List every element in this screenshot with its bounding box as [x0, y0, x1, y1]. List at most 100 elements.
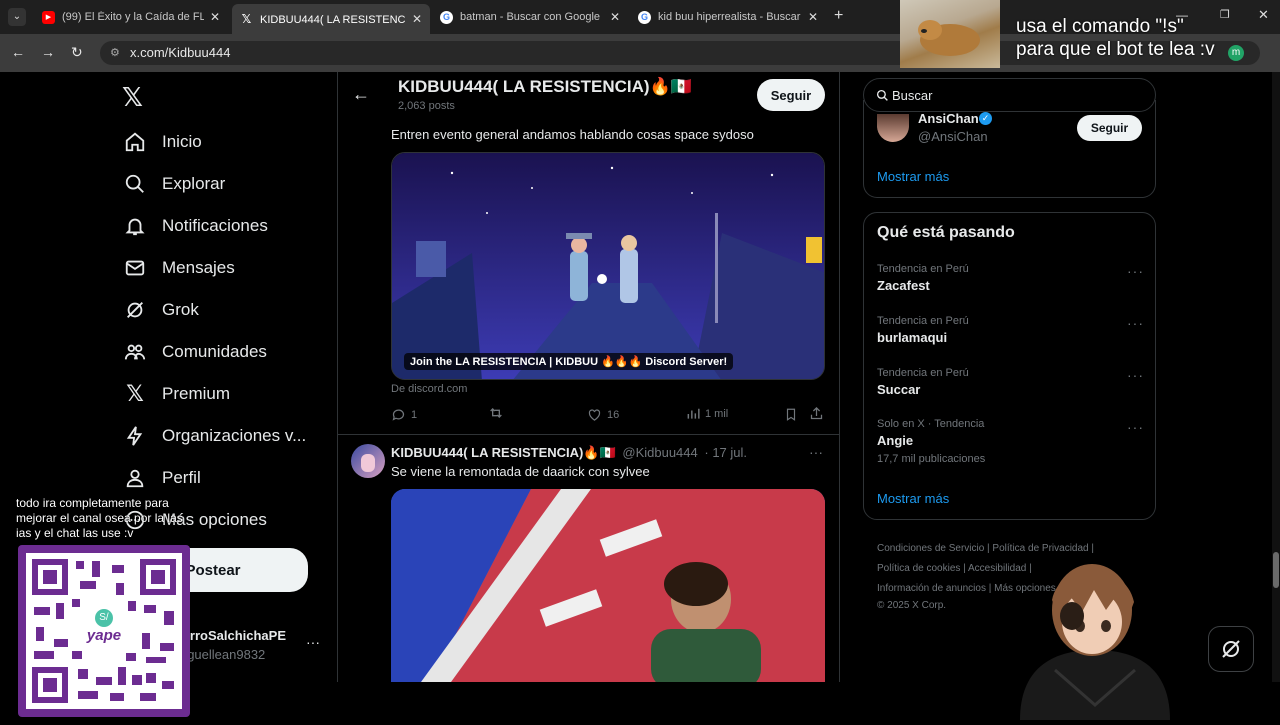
retweet-button[interactable]	[488, 405, 504, 426]
share-icon	[810, 406, 823, 420]
home-icon	[122, 129, 148, 155]
sidebar-item-grok[interactable]: Grok	[122, 294, 199, 326]
sidebar-item-perfil[interactable]: Perfil	[122, 462, 201, 494]
sidebar-item-label: Comunidades	[162, 342, 267, 361]
tab-x-profile[interactable]: 𝕏 KIDBUU444( LA RESISTENCIA)🔥 ✕	[232, 4, 430, 34]
trend-item[interactable]: Tendencia en Perú Zacafest	[877, 263, 969, 293]
tweet-date[interactable]: · 17 jul.	[704, 445, 747, 460]
tweet-text: Se viene la remontada de daarick con syl…	[391, 464, 650, 479]
tab-title: kid buu hiperrealista - Buscar c	[658, 11, 802, 23]
mail-icon	[122, 255, 148, 281]
vtuber-illustration	[1020, 564, 1170, 720]
close-tab-icon[interactable]: ✕	[808, 10, 818, 24]
back-arrow-icon[interactable]: ←	[352, 84, 370, 105]
close-tab-icon[interactable]: ✕	[210, 10, 220, 24]
grok-icon	[122, 297, 148, 323]
suggested-user-name[interactable]: AnsiChan	[918, 111, 979, 126]
reload-icon[interactable]: ↻	[71, 44, 83, 61]
stream-text-line: usa el comando "!s"	[1016, 16, 1184, 37]
more-dots-icon[interactable]: ···	[809, 444, 823, 460]
more-dots-icon[interactable]: ···	[1127, 367, 1144, 383]
tweet-media-image	[391, 489, 825, 682]
scrollbar-thumb[interactable]	[1273, 552, 1279, 588]
back-arrow-icon[interactable]: ←	[11, 44, 25, 60]
show-more-link[interactable]: Mostrar más	[877, 491, 949, 506]
follow-button-label: Seguir	[1090, 121, 1129, 135]
trend-category: Tendencia en Perú	[877, 315, 969, 327]
forward-arrow-icon[interactable]: →	[41, 44, 55, 60]
tweet-header: KIDBUU444( LA RESISTENCIA)🔥🇲🇽 @Kidbuu444…	[391, 445, 747, 461]
tab-youtube[interactable]: ▶ (99) El Éxito y la Caída de FLORE ✕	[34, 6, 228, 28]
tab-search-button[interactable]: ⌄	[8, 8, 26, 26]
sidebar-item-label: Notificaciones	[162, 216, 268, 235]
avatar[interactable]	[351, 444, 385, 478]
sidebar-item-comunidades[interactable]: Comunidades	[122, 336, 267, 368]
reply-icon	[392, 409, 405, 421]
tab-title: KIDBUU444( LA RESISTENCIA)🔥	[260, 13, 406, 26]
x-home-logo[interactable]: 𝕏	[122, 82, 143, 113]
sidebar-item-notificaciones[interactable]: Notificaciones	[122, 210, 268, 242]
stream-text-line: para que el bot te lea :v	[1016, 39, 1215, 60]
views-button[interactable]: 1 mil	[686, 407, 728, 421]
close-window-icon[interactable]: ✕	[1258, 7, 1269, 23]
youtube-icon: ▶	[42, 10, 55, 24]
more-dots-icon[interactable]: ···	[1127, 419, 1144, 435]
bookmark-icon	[786, 408, 796, 421]
restore-window-icon[interactable]: ❐	[1220, 8, 1230, 21]
trend-category: Tendencia en Perú	[877, 367, 969, 379]
grok-floating-button[interactable]	[1208, 626, 1254, 672]
trend-name: Zacafest	[877, 278, 930, 293]
trend-count: 17,7 mil publicaciones	[877, 453, 986, 465]
trend-item[interactable]: Tendencia en Perú burlamaqui	[877, 315, 969, 345]
sidebar-item-label: Grok	[162, 300, 199, 319]
trend-item[interactable]: Solo en X · Tendencia Angie 17,7 mil pub…	[877, 418, 985, 465]
link-card[interactable]: Join the LA RESISTENCIA | KIDBUU 🔥🔥🔥 Dis…	[391, 152, 825, 380]
tab-google-kidbuu[interactable]: G kid buu hiperrealista - Buscar c ✕	[630, 6, 826, 28]
more-dots-icon[interactable]: ···	[306, 634, 320, 650]
dog-photo	[900, 0, 1000, 68]
verified-badge-icon: ✓	[979, 112, 992, 125]
heart-icon	[588, 409, 601, 421]
share-button[interactable]	[809, 406, 824, 426]
profile-avatar-icon[interactable]: m	[1228, 45, 1244, 61]
like-button[interactable]: 16	[587, 407, 619, 422]
sidebar-item-organizaciones[interactable]: Organizaciones v...	[122, 420, 306, 452]
vtuber-avatar	[1010, 540, 1180, 720]
trend-item[interactable]: Tendencia en Perú Succar	[877, 367, 969, 397]
x-logo-icon: 𝕏	[126, 381, 144, 406]
url-text: x.com/Kidbuu444	[130, 45, 231, 60]
bottom-bar	[190, 682, 1010, 720]
trends-title: Qué está pasando	[877, 224, 1015, 241]
bookmark-button[interactable]	[784, 407, 798, 427]
tab-google-batman[interactable]: G batman - Buscar con Google ✕	[432, 6, 628, 28]
trend-name: Angie	[877, 433, 914, 448]
dog-illustration	[918, 20, 980, 56]
tweet-media[interactable]	[391, 489, 825, 682]
site-info-icon[interactable]: ⚙	[110, 41, 120, 65]
trend-name: burlamaqui	[877, 330, 948, 345]
new-tab-button[interactable]: +	[834, 7, 843, 25]
more-dots-icon[interactable]: ···	[1127, 315, 1144, 331]
reply-button[interactable]: 1	[391, 407, 417, 422]
sidebar-item-inicio[interactable]: Inicio	[122, 126, 202, 158]
sidebar-item-premium[interactable]: 𝕏 Premium	[122, 378, 230, 410]
views-icon	[687, 408, 700, 419]
tweet-author[interactable]: KIDBUU444( LA RESISTENCIA)🔥🇲🇽	[391, 445, 616, 460]
trend-category: Solo en X · Tendencia	[877, 418, 985, 430]
sidebar-item-mensajes[interactable]: Mensajes	[122, 252, 235, 284]
tweet-handle[interactable]: @Kidbuu444	[622, 445, 697, 460]
follow-button-label: Seguir	[770, 87, 812, 103]
trend-name: Succar	[877, 382, 921, 397]
close-tab-icon[interactable]: ✕	[412, 12, 422, 26]
more-dots-icon[interactable]: ···	[1127, 263, 1144, 279]
page-scrollbar[interactable]	[1272, 72, 1280, 682]
close-tab-icon[interactable]: ✕	[610, 10, 620, 24]
tab-title: (99) El Éxito y la Caída de FLORE	[62, 11, 204, 23]
sidebar-item-label: Perfil	[162, 468, 201, 487]
suggested-follow-button[interactable]: Seguir	[1077, 115, 1142, 141]
link-card-title: Join the LA RESISTENCIA | KIDBUU 🔥🔥🔥 Dis…	[404, 353, 734, 370]
follow-button[interactable]: Seguir	[757, 79, 825, 111]
show-more-link[interactable]: Mostrar más	[877, 169, 949, 184]
grok-icon	[1222, 640, 1240, 658]
sidebar-item-explorar[interactable]: Explorar	[122, 168, 225, 200]
